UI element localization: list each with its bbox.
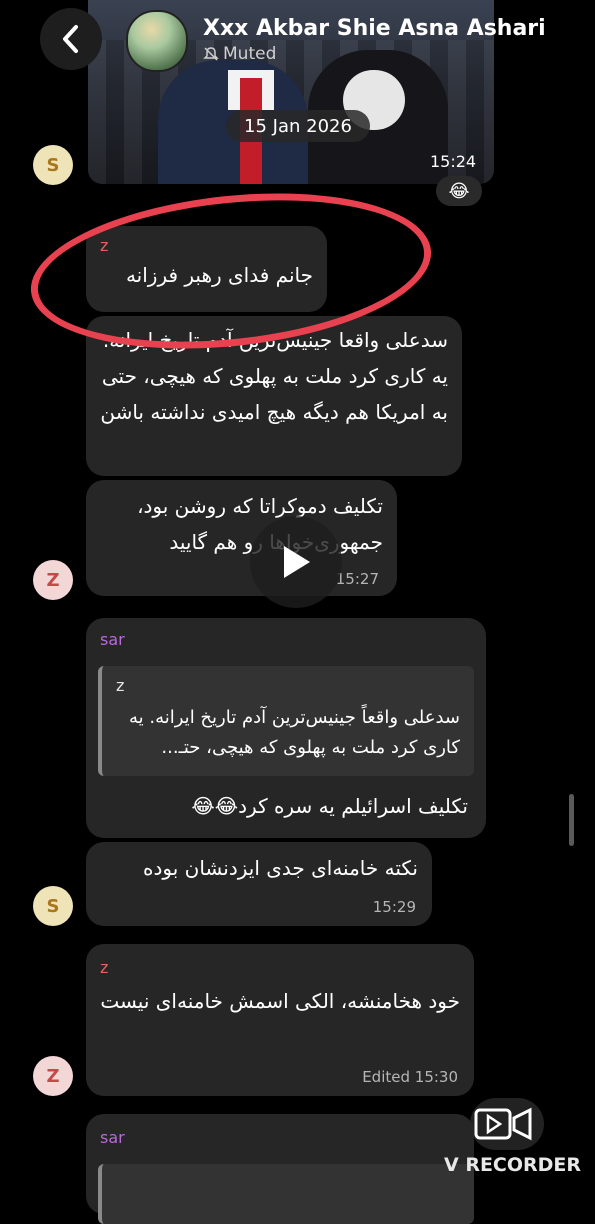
quote-sender: z — [116, 676, 125, 695]
play-button[interactable] — [250, 516, 342, 608]
message-bubble[interactable]: sar z سدعلی واقعاً جینیس‌ترین آدم تاریخ … — [86, 618, 486, 838]
avatar-s[interactable]: S — [33, 886, 73, 926]
message-bubble[interactable]: sar — [86, 1114, 474, 1224]
avatar-s[interactable]: S — [33, 145, 73, 185]
reply-quote[interactable] — [98, 1164, 474, 1224]
avatar-z[interactable]: Z — [33, 1056, 73, 1096]
recorder-overlay-button[interactable] — [470, 1098, 544, 1150]
avatar-z[interactable]: Z — [33, 560, 73, 600]
recorder-watermark: V RECORDER — [444, 1154, 582, 1176]
message-time: 15:29 — [372, 898, 416, 916]
sender-name[interactable]: sar — [100, 630, 472, 649]
quote-text: سدعلی واقعاً جینیس‌ترین آدم تاریخ ایرانه… — [128, 707, 460, 758]
reply-quote[interactable]: z سدعلی واقعاً جینیس‌ترین آدم تاریخ ایرا… — [98, 666, 474, 776]
muted-status: Muted — [203, 44, 276, 64]
scrollbar-thumb[interactable] — [569, 794, 574, 846]
muted-label: Muted — [223, 44, 277, 64]
message-text: تکلیف اسرائیلم یه سره کرد😂😂 — [191, 794, 468, 818]
chat-title[interactable]: Xxx Akbar Shie Asna Ashari... — [203, 16, 548, 41]
play-icon — [284, 546, 310, 578]
sender-name[interactable]: sar — [100, 1128, 460, 1147]
sender-name[interactable]: z — [100, 958, 460, 977]
message-time: 15:24 — [430, 152, 477, 171]
group-avatar[interactable] — [126, 10, 188, 72]
message-text: نکته خامنه‌ای جدی ایزدنشان بوده — [143, 856, 418, 880]
message-time: 15:27 — [335, 570, 379, 588]
message-bubble[interactable]: نکته خامنه‌ای جدی ایزدنشان بوده 15:29 — [86, 842, 432, 926]
bell-off-icon — [203, 47, 219, 61]
date-separator: 15 Jan 2026 — [226, 110, 370, 142]
message-text: خود هخامنشه، الکی اسمش خامنه‌ای نیست — [100, 989, 460, 1013]
message-bubble[interactable]: z خود هخامنشه، الکی اسمش خامنه‌ای نیست E… — [86, 944, 474, 1096]
chevron-left-icon — [63, 25, 78, 53]
message-time: Edited 15:30 — [362, 1068, 458, 1086]
message-text: تکلیف دموکراتا که روشن بود، جمهوری‌خواها… — [137, 494, 383, 554]
message-bubble[interactable]: تکلیف دموکراتا که روشن بود، جمهوری‌خواها… — [86, 480, 397, 596]
back-button[interactable] — [40, 8, 102, 70]
reaction-badge[interactable]: 😂 — [436, 176, 482, 206]
video-recorder-icon — [474, 1107, 532, 1141]
